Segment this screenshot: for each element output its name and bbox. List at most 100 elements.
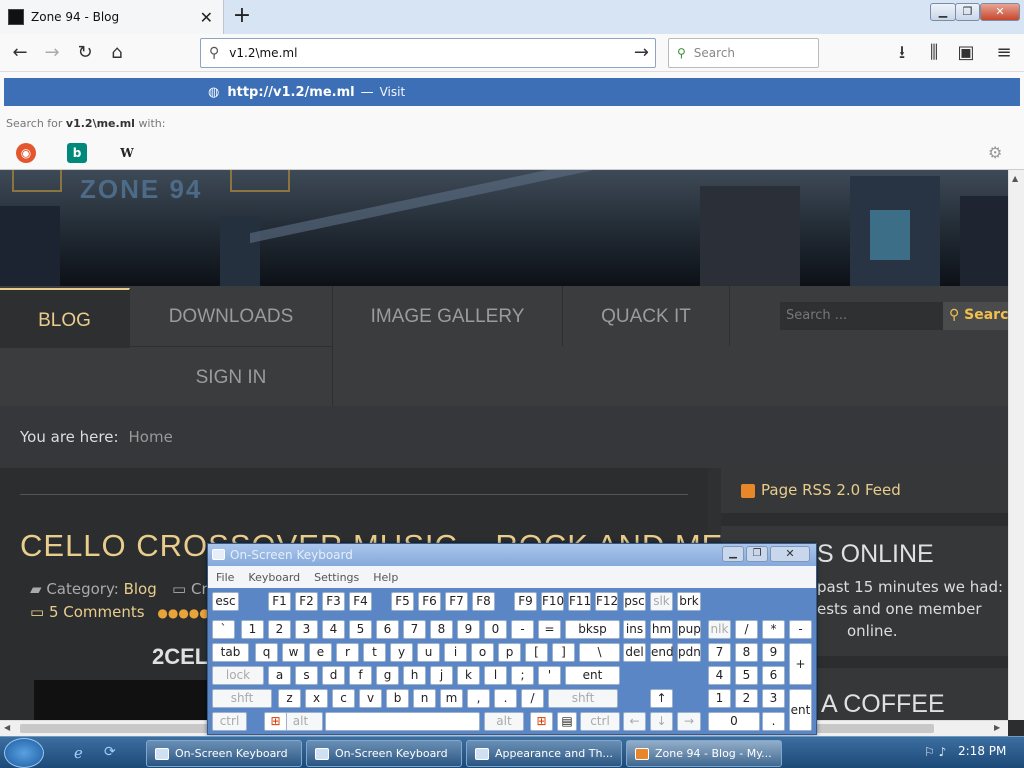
osk-key[interactable]: j [430, 666, 453, 685]
osk-key[interactable]: bksp [565, 620, 620, 639]
osk-key[interactable]: u [417, 643, 440, 662]
osk-key[interactable]: - [789, 620, 812, 639]
osk-key[interactable]: 3 [295, 620, 318, 639]
system-clock[interactable]: 2:18 PM [958, 744, 1006, 758]
osk-key[interactable]: c [332, 689, 355, 708]
osk-key[interactable]: s [295, 666, 318, 685]
osk-key-space[interactable] [325, 712, 480, 731]
taskbar-item-osk-2[interactable]: On-Screen Keyboard [306, 740, 462, 767]
osk-key[interactable]: pdn [677, 643, 701, 662]
category-link[interactable]: Blog [124, 580, 157, 598]
osk-key[interactable]: . [494, 689, 517, 708]
osk-key[interactable]: F1 [268, 592, 291, 611]
osk-key[interactable]: 8 [735, 643, 758, 662]
osk-key[interactable]: alt [484, 712, 524, 731]
internet-explorer-icon[interactable]: ℯ [74, 744, 83, 762]
osk-key[interactable]: F4 [349, 592, 372, 611]
minimize-button[interactable]: ▁ [930, 3, 956, 21]
osk-key[interactable]: F5 [391, 592, 414, 611]
osk-menu-file[interactable]: File [216, 571, 234, 584]
taskbar-item-osk-1[interactable]: On-Screen Keyboard [146, 740, 302, 767]
osk-menu-help[interactable]: Help [373, 571, 398, 584]
osk-key[interactable]: b [386, 689, 409, 708]
menu-item-image-gallery[interactable]: IMAGE GALLERY [333, 286, 563, 346]
osk-key[interactable]: ← [623, 712, 646, 731]
osk-key[interactable]: esc [212, 592, 239, 611]
osk-key[interactable]: i [444, 643, 467, 662]
osk-key[interactable]: h [403, 666, 426, 685]
osk-key[interactable]: lock [212, 666, 264, 685]
osk-key[interactable]: 7 [708, 643, 731, 662]
back-arrow-icon[interactable]: ← [6, 40, 34, 66]
osk-menu-settings[interactable]: Settings [314, 571, 359, 584]
bing-icon[interactable]: b [67, 143, 87, 163]
osk-key[interactable]: v [359, 689, 382, 708]
duckduckgo-icon[interactable]: ◉ [16, 143, 36, 163]
comments-link[interactable]: 5 Comments [49, 603, 145, 621]
osk-key[interactable]: w [282, 643, 305, 662]
restore-button[interactable]: ❐ [955, 3, 980, 21]
osk-key[interactable]: slk [650, 592, 673, 611]
taskbar-item-appearance[interactable]: Appearance and Th... [466, 740, 622, 767]
osk-key[interactable]: l [484, 666, 507, 685]
osk-key[interactable]: n [413, 689, 436, 708]
osk-key[interactable]: F8 [472, 592, 495, 611]
osk-key[interactable]: ↓ [650, 712, 673, 731]
osk-key[interactable]: y [390, 643, 413, 662]
osk-key[interactable]: ` [212, 620, 235, 639]
osk-key[interactable]: z [278, 689, 301, 708]
library-icon[interactable]: ⫼ [920, 40, 948, 66]
osk-key[interactable]: shft [548, 689, 618, 708]
osk-key[interactable]: m [440, 689, 463, 708]
osk-key[interactable]: / [521, 689, 544, 708]
osk-key[interactable]: = [538, 620, 561, 639]
reload-icon[interactable]: ↻ [71, 40, 99, 66]
site-search-input[interactable]: Search ... [780, 302, 943, 330]
osk-key[interactable]: F6 [418, 592, 441, 611]
osk-key[interactable]: 2 [735, 689, 758, 708]
osk-key[interactable]: * [762, 620, 785, 639]
osk-key[interactable]: F3 [322, 592, 345, 611]
osk-key[interactable]: t [363, 643, 386, 662]
osk-key[interactable]: e [309, 643, 332, 662]
osk-key[interactable]: o [471, 643, 494, 662]
osk-maximize-button[interactable]: ❐ [746, 546, 768, 562]
osk-key[interactable]: p [498, 643, 521, 662]
osk-key[interactable]: 8 [430, 620, 453, 639]
osk-key[interactable]: ↑ [650, 689, 673, 708]
osk-key[interactable]: 1 [241, 620, 264, 639]
osk-key[interactable]: pup [677, 620, 701, 639]
osk-key[interactable]: psc [623, 592, 646, 611]
osk-menu-keyboard[interactable]: Keyboard [248, 571, 300, 584]
osk-key[interactable]: tab [212, 643, 249, 662]
osk-key[interactable]: k [457, 666, 480, 685]
osk-minimize-button[interactable]: ▁ [722, 546, 744, 562]
osk-key[interactable]: f [349, 666, 372, 685]
scroll-up-icon[interactable]: ▲ [1012, 174, 1018, 183]
menu-icon[interactable]: ≡ [990, 40, 1018, 66]
sidebar-icon[interactable]: ▣ [952, 40, 980, 66]
osk-key[interactable]: / [735, 620, 758, 639]
scroll-right-icon[interactable]: ▶ [994, 723, 1000, 732]
osk-key[interactable]: 6 [376, 620, 399, 639]
osk-title-bar[interactable]: On-Screen Keyboard ▁ ❐ ✕ [208, 544, 816, 566]
menu-item-downloads[interactable]: DOWNLOADS [130, 286, 333, 346]
osk-key[interactable]: F12 [595, 592, 618, 611]
wikipedia-icon[interactable]: W [117, 143, 137, 163]
search-settings-gear-icon[interactable]: ⚙ [988, 143, 1002, 162]
osk-key[interactable]: ] [552, 643, 575, 662]
post-video-thumbnail[interactable] [34, 680, 214, 720]
osk-key[interactable]: F7 [445, 592, 468, 611]
scroll-left-icon[interactable]: ◀ [4, 723, 10, 732]
osk-key[interactable]: 6 [762, 666, 785, 685]
taskbar-item-zone94[interactable]: Zone 94 - Blog - My... [626, 740, 782, 767]
osk-key[interactable]: 5 [735, 666, 758, 685]
post-comments[interactable]: ▭ 5 Comments ●●●●● [30, 603, 210, 621]
osk-key[interactable]: nlk [708, 620, 731, 639]
tray-icons[interactable]: ⚐ ♪ [924, 745, 946, 759]
osk-key[interactable]: ctrl [580, 712, 620, 731]
site-logo[interactable]: ZONE 94 [80, 174, 202, 205]
vertical-scrollbar[interactable]: ▲ [1008, 170, 1024, 720]
osk-key[interactable]: d [322, 666, 345, 685]
search-bar[interactable]: ⚲ Search [668, 38, 819, 68]
